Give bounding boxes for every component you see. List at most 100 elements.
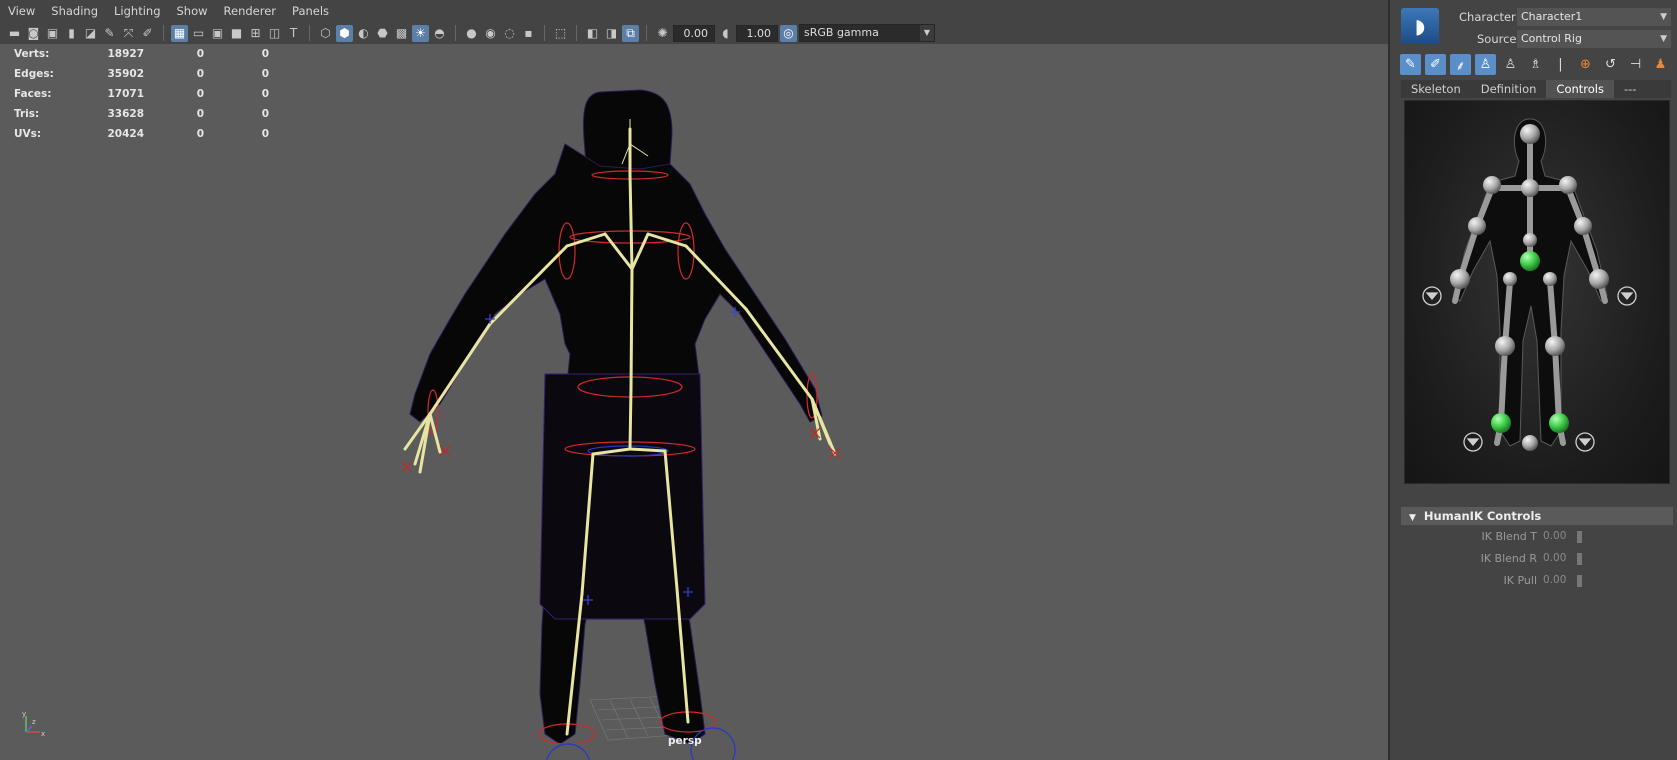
depth-of-field-icon[interactable]: ▪ <box>520 25 537 42</box>
grease-pencil-icon[interactable]: ✎ <box>101 25 118 42</box>
axis-z-label: z <box>32 718 36 726</box>
humanik-controls-header[interactable]: ▼ HumanIK Controls <box>1401 507 1673 525</box>
camera-icon[interactable]: ▬ <box>6 25 23 42</box>
wireframe-on-shaded-icon[interactable]: ⬣ <box>374 25 391 42</box>
tab-definition[interactable]: Definition <box>1471 80 1547 98</box>
menu-lighting[interactable]: Lighting <box>106 0 168 22</box>
two-d-pan-icon[interactable]: ⤧ <box>120 25 137 42</box>
default-material-icon[interactable]: ◐ <box>355 25 372 42</box>
stance-pose-icon[interactable]: ♙ <box>1500 54 1521 75</box>
left-shoulder-effector[interactable] <box>1483 176 1501 194</box>
character-dropdown[interactable]: Character1 ▼ <box>1517 8 1671 26</box>
menu-renderer[interactable]: Renderer <box>216 0 285 22</box>
xray-icon[interactable]: ◧ <box>584 25 601 42</box>
safe-action-icon[interactable]: ◫ <box>266 25 283 42</box>
chevron-down-icon: ▼ <box>920 25 934 41</box>
gamma-icon[interactable]: ◖ <box>717 25 734 42</box>
source-dropdown[interactable]: Control Rig ▼ <box>1517 30 1671 48</box>
slider-track[interactable] <box>1577 531 1663 543</box>
pinning-icon[interactable]: ♙ <box>1475 54 1496 75</box>
xray-joints-icon[interactable]: ⧉ <box>622 24 639 42</box>
slider-value[interactable]: 0.00 <box>1543 530 1577 542</box>
film-gate-icon[interactable]: ▭ <box>190 25 207 42</box>
chevron-down-icon <box>1620 292 1634 301</box>
collapse-triangle-icon[interactable]: ▼ <box>1409 509 1416 527</box>
floor-reference-effector[interactable] <box>1522 435 1538 451</box>
release-pin-icon[interactable]: ⊣ <box>1625 54 1646 75</box>
left-wrist-effector[interactable] <box>1450 269 1470 289</box>
head-effector[interactable] <box>1520 124 1540 144</box>
field-chart-icon[interactable]: ⊞ <box>247 25 264 42</box>
right-shoulder-effector[interactable] <box>1559 176 1577 194</box>
use-all-lights-icon[interactable]: ☀ <box>412 24 429 42</box>
body-part-icon[interactable]: ⸙ <box>1450 54 1471 75</box>
color-management-icon[interactable]: ◎ <box>780 24 797 42</box>
slider-handle[interactable] <box>1577 531 1582 543</box>
full-body-icon[interactable]: ✐ <box>1425 54 1446 75</box>
slider-track[interactable] <box>1577 575 1663 587</box>
humanik-logo-button[interactable]: ◗ <box>1401 8 1439 44</box>
pen-icon[interactable]: ✐ <box>139 25 156 42</box>
humanik-logo-icon: ◗ <box>1414 14 1426 38</box>
bookmark-icon[interactable]: ▮ <box>63 25 80 42</box>
right-knee-effector[interactable] <box>1545 336 1565 356</box>
viewport-panel[interactable]: View Shading Lighting Show Renderer Pane… <box>0 0 1390 760</box>
wireframe-icon[interactable]: ⬡ <box>317 25 334 42</box>
menu-panels[interactable]: Panels <box>284 0 337 22</box>
slider-handle[interactable] <box>1577 553 1582 565</box>
resolution-gate-icon[interactable]: ▣ <box>209 25 226 42</box>
grid-icon[interactable]: ▦ <box>171 24 188 42</box>
left-hip-effector[interactable] <box>1503 272 1517 286</box>
screen-space-ao-icon[interactable]: ● <box>463 25 480 42</box>
right-elbow-effector[interactable] <box>1574 217 1592 235</box>
divider-icon: | <box>1558 57 1563 72</box>
xray-active-components-icon[interactable]: ◨ <box>603 25 620 42</box>
slider-value[interactable]: 0.00 <box>1543 552 1577 564</box>
anti-aliasing-icon[interactable]: ◌ <box>501 25 518 42</box>
viewport-toolbar: ▬ ◙ ▣ ▮ ◪ ✎ ⤧ ✐ ▦ ▭ ▣ ■ ⊞ ◫ T ⬡ ⬢ ◐ ⬣ ▩ … <box>0 22 1388 44</box>
image-plane-icon[interactable]: ◪ <box>82 25 99 42</box>
menu-view[interactable]: View <box>0 0 43 22</box>
hips-effector[interactable] <box>1520 251 1540 271</box>
slider-label: IK Blend R <box>1480 551 1537 565</box>
right-wrist-effector[interactable] <box>1589 269 1609 289</box>
tab-skeleton[interactable]: Skeleton <box>1401 80 1471 98</box>
menu-show[interactable]: Show <box>169 0 216 22</box>
smooth-shade-icon[interactable]: ⬢ <box>336 24 353 42</box>
motion-blur-icon[interactable]: ◉ <box>482 25 499 42</box>
safe-title-icon[interactable]: T <box>285 25 302 42</box>
spine-effector[interactable] <box>1523 233 1537 247</box>
exposure-field[interactable]: 0.00 <box>673 24 715 42</box>
exposure-icon[interactable]: ✺ <box>654 25 671 42</box>
tab-controls[interactable]: Controls <box>1546 80 1614 98</box>
reset-icon[interactable]: ↺ <box>1600 54 1621 75</box>
bookmark-camera-icon[interactable]: ▣ <box>44 25 61 42</box>
select-edit-icon[interactable]: ✎ <box>1400 54 1421 75</box>
humanik-figure-view[interactable] <box>1404 100 1670 484</box>
key-all-icon[interactable]: ⊕ <box>1575 54 1596 75</box>
camera-name-label: persp <box>668 735 702 747</box>
slider-handle[interactable] <box>1577 575 1582 587</box>
mirror-icon[interactable]: ♗ <box>1525 54 1546 75</box>
menu-shading[interactable]: Shading <box>43 0 106 22</box>
left-knee-effector[interactable] <box>1495 336 1515 356</box>
chest-effector[interactable] <box>1521 179 1539 197</box>
camera-attributes-icon[interactable]: ◙ <box>25 25 42 42</box>
isolate-select-icon[interactable]: ⬚ <box>552 25 569 42</box>
right-ankle-effector[interactable] <box>1549 413 1569 433</box>
textured-icon[interactable]: ▩ <box>393 25 410 42</box>
character-pose-icon[interactable]: ♟ <box>1650 54 1671 75</box>
right-hip-effector[interactable] <box>1543 272 1557 286</box>
view-transform-dropdown[interactable]: sRGB gamma ▼ <box>799 24 935 42</box>
left-elbow-effector[interactable] <box>1468 217 1486 235</box>
chevron-down-icon <box>1425 292 1439 301</box>
gamma-field[interactable]: 1.00 <box>736 24 778 42</box>
shadows-icon[interactable]: ◓ <box>431 25 448 42</box>
tab-more[interactable]: --- <box>1614 80 1646 98</box>
toolbar-divider <box>309 25 310 41</box>
slider-value[interactable]: 0.00 <box>1543 574 1577 586</box>
scene-view[interactable] <box>0 44 1388 760</box>
slider-track[interactable] <box>1577 553 1663 565</box>
gate-mask-icon[interactable]: ■ <box>228 25 245 42</box>
left-ankle-effector[interactable] <box>1491 413 1511 433</box>
